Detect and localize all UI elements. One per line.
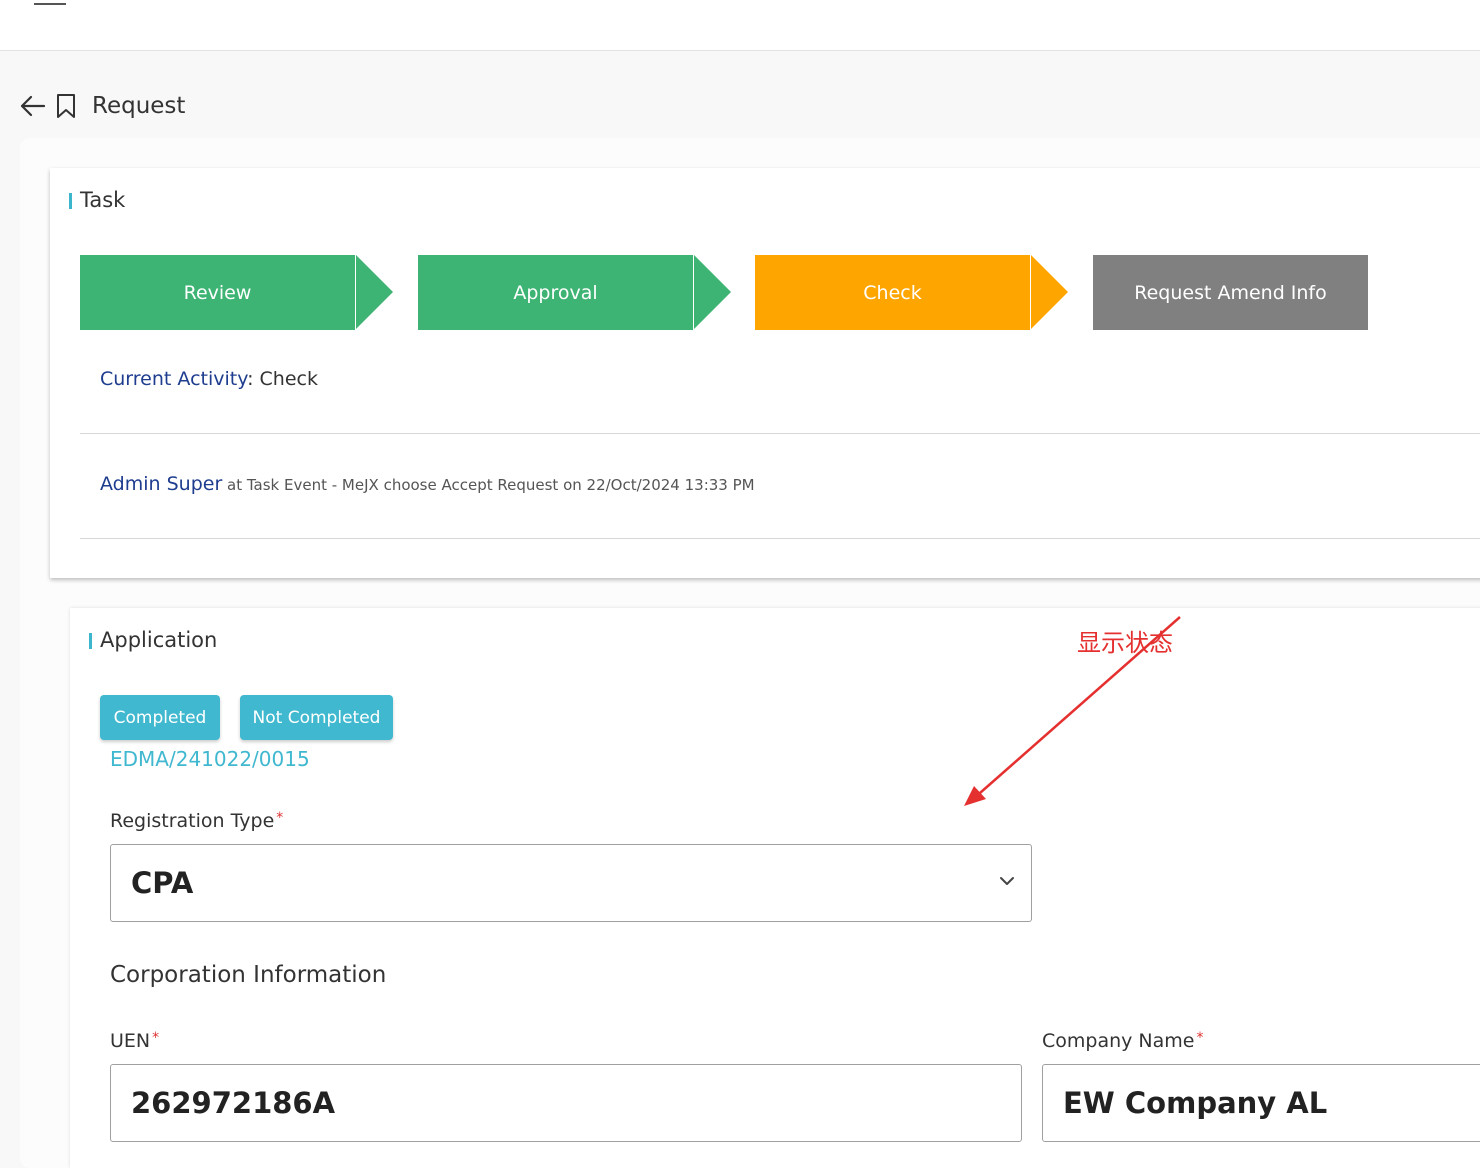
uen-label: UEN *	[110, 1030, 159, 1052]
registration-type-label-text: Registration Type	[110, 810, 275, 832]
corporation-information-heading: Corporation Information	[110, 962, 387, 988]
annotation-label: 显示状态	[1077, 629, 1173, 657]
reference-number-link[interactable]: EDMA/241022/0015	[110, 747, 310, 771]
company-name-label-text: Company Name	[1042, 1030, 1195, 1052]
step-review[interactable]: Review	[80, 255, 355, 330]
uen-value: 262972186A	[131, 1086, 336, 1120]
task-event-line: Admin Super at Task Event - MeJX choose …	[100, 473, 755, 495]
completed-button[interactable]: Completed	[100, 695, 220, 740]
chevron-down-icon	[1000, 877, 1014, 885]
step-arrow	[1031, 255, 1068, 329]
not-completed-button[interactable]: Not Completed	[240, 695, 393, 740]
step-arrow	[694, 255, 731, 329]
bookmark-icon[interactable]	[54, 92, 78, 120]
page-title: Request	[92, 93, 186, 119]
current-activity: Current Activity: Check	[100, 368, 318, 390]
company-name-value: EW Company AL	[1063, 1086, 1328, 1120]
hamburger-menu-icon[interactable]	[34, 0, 66, 14]
task-section-title: Task	[69, 188, 125, 212]
top-bar	[0, 0, 1480, 51]
registration-type-select[interactable]: CPA	[110, 844, 1032, 922]
registration-type-label: Registration Type *	[110, 810, 283, 832]
uen-input[interactable]: 262972186A	[110, 1064, 1022, 1142]
task-title-text: Task	[80, 188, 126, 212]
application-title-text: Application	[100, 628, 218, 652]
required-mark: *	[1196, 1030, 1204, 1046]
company-name-label: Company Name *	[1042, 1030, 1203, 1052]
event-text: at Task Event - MeJX choose Accept Reque…	[222, 476, 755, 494]
application-section-title: Application	[89, 628, 217, 652]
back-arrow-icon[interactable]	[18, 92, 46, 120]
company-name-input[interactable]: EW Company AL	[1042, 1064, 1480, 1142]
section-accent-bar	[89, 633, 92, 649]
required-mark: *	[152, 1030, 160, 1046]
step-approval[interactable]: Approval	[418, 255, 693, 330]
current-activity-label: Current Activity	[100, 368, 248, 390]
divider	[80, 538, 1480, 539]
current-activity-value: : Check	[247, 368, 318, 390]
event-user-link[interactable]: Admin Super	[100, 473, 222, 495]
step-request-amend-info[interactable]: Request Amend Info	[1093, 255, 1368, 330]
step-arrow	[356, 255, 393, 329]
section-accent-bar	[69, 193, 72, 209]
required-mark: *	[276, 810, 284, 826]
uen-label-text: UEN	[110, 1030, 151, 1052]
divider	[80, 433, 1480, 434]
step-check[interactable]: Check	[755, 255, 1030, 330]
page-header: Request	[18, 86, 185, 126]
registration-type-value: CPA	[131, 866, 194, 900]
